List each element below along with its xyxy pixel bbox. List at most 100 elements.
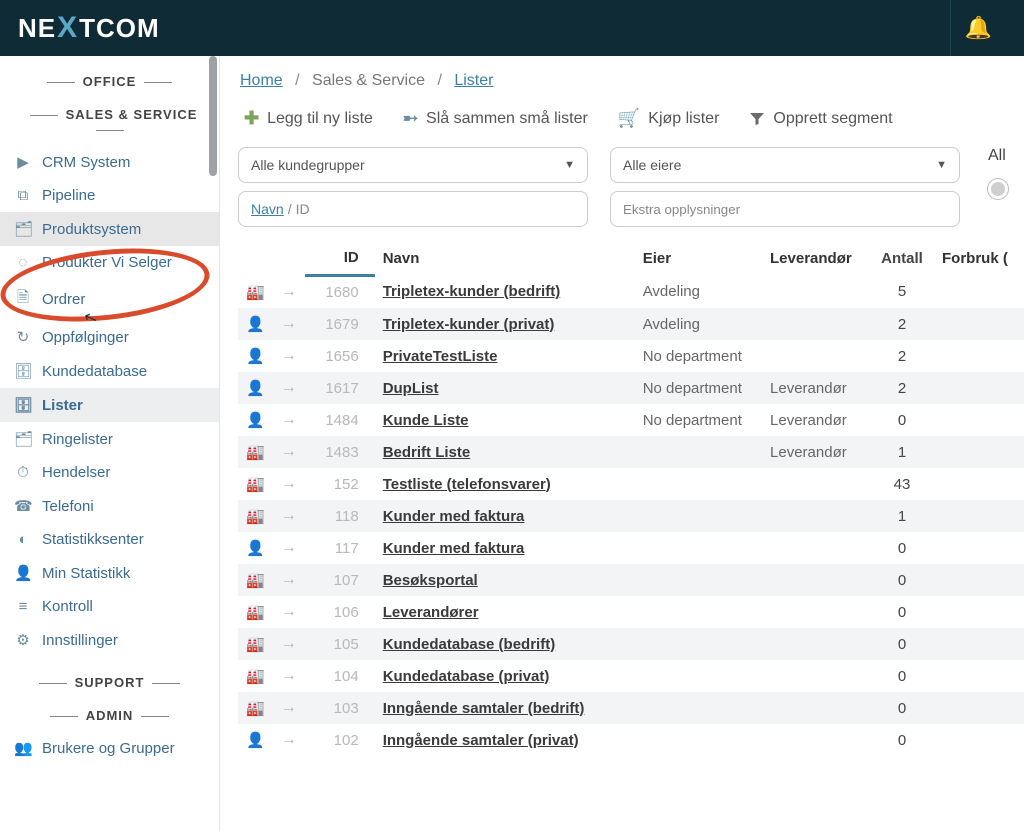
list-name-link[interactable]: Kundedatabase (bedrift) <box>383 636 556 653</box>
cell-antall: 0 <box>870 628 934 660</box>
list-name-link[interactable]: Testliste (telefonsvarer) <box>383 476 551 493</box>
cell-eier <box>635 692 762 724</box>
col-lev[interactable]: Leverandør <box>762 241 870 276</box>
col-eier[interactable]: Eier <box>635 241 762 276</box>
section-sales: SALES & SERVICE <box>0 107 219 137</box>
input-navn-id[interactable]: Navn / ID <box>238 191 588 227</box>
list-name-link[interactable]: DupList <box>383 380 439 397</box>
cell-id: 103 <box>305 692 375 724</box>
sidebar-item-pipeline[interactable]: ⧉Pipeline <box>0 179 219 212</box>
cell-eier <box>635 500 762 532</box>
section-admin: ADMIN <box>0 708 219 723</box>
table-row[interactable]: 🏭→104Kundedatabase (privat)0 <box>238 660 1024 692</box>
table-row[interactable]: 🏭→1680Tripletex-kunder (bedrift)Avdeling… <box>238 276 1024 309</box>
sidebar-item-ordrer[interactable]: 🗎Ordrer <box>0 279 219 320</box>
col-navn[interactable]: Navn <box>375 241 635 276</box>
crumb-leaf[interactable]: Lister <box>454 72 493 89</box>
sidebar-item-label: Hendelser <box>42 464 110 481</box>
logo: NEXTCOM <box>18 11 160 45</box>
sidebar-item-label: Lister <box>42 397 83 414</box>
table-row[interactable]: 👤→1617DupListNo departmentLeverandør2 <box>238 372 1024 404</box>
sidebar-item-kontroll[interactable]: ≡Kontroll <box>0 590 219 623</box>
select-eiere[interactable]: Alle eiere▼ <box>610 147 960 183</box>
sidebar-item-oppfølginger[interactable]: ↻Oppfølginger <box>0 320 219 354</box>
sidebar-item-hendelser[interactable]: ⏱Hendelser <box>0 456 219 489</box>
table-row[interactable]: 👤→117Kunder med faktura0 <box>238 532 1024 564</box>
notifications-icon[interactable]: 🔔 <box>950 0 1006 56</box>
list-name-link[interactable]: Kundedatabase (privat) <box>383 668 550 685</box>
toolbar-label: Slå sammen små lister <box>426 110 588 128</box>
cell-eier <box>635 660 762 692</box>
sidebar-item-produktsystem[interactable]: 🗂Produktsystem <box>0 212 219 246</box>
list-name-link[interactable]: Tripletex-kunder (bedrift) <box>383 283 561 300</box>
list-name-link[interactable]: Kunde Liste <box>383 412 469 429</box>
person-icon: 👤 <box>246 412 265 429</box>
cell-lev <box>762 660 870 692</box>
sidebar-item-innstillinger[interactable]: ⚙Innstillinger <box>0 623 219 657</box>
toolbar-kjøp-lister[interactable]: 🛒Kjøp lister <box>618 108 720 129</box>
cell-id: 1656 <box>305 340 375 372</box>
table-row[interactable]: 👤→1679Tripletex-kunder (privat)Avdeling2 <box>238 308 1024 340</box>
cell-eier <box>635 468 762 500</box>
cell-eier <box>635 532 762 564</box>
sidebar-icon: 👤 <box>14 564 32 582</box>
table-row[interactable]: 👤→1484Kunde ListeNo departmentLeverandør… <box>238 404 1024 436</box>
select-kundegrupper[interactable]: Alle kundegrupper▼ <box>238 147 588 183</box>
sidebar-icon: 👥 <box>14 739 32 757</box>
table-row[interactable]: 👤→102Inngående samtaler (privat)0 <box>238 724 1024 756</box>
table-row[interactable]: 🏭→106Leverandører0 <box>238 596 1024 628</box>
list-name-link[interactable]: Inngående samtaler (bedrift) <box>383 700 585 717</box>
list-name-link[interactable]: Tripletex-kunder (privat) <box>383 316 555 333</box>
building-icon: 🏭 <box>246 444 265 461</box>
cell-lev: Leverandør <box>762 404 870 436</box>
radio-all[interactable] <box>988 179 1008 199</box>
input-ekstra[interactable] <box>610 191 960 227</box>
person-icon: 👤 <box>246 732 265 749</box>
building-icon: 🏭 <box>246 508 265 525</box>
sidebar-item-statistikksenter[interactable]: ◐Statistikksenter <box>0 523 219 556</box>
list-name-link[interactable]: Leverandører <box>383 604 479 621</box>
sidebar-item-kundedatabase[interactable]: 🗄Kundedatabase <box>0 354 219 388</box>
table-row[interactable]: 🏭→1483Bedrift ListeLeverandør1 <box>238 436 1024 468</box>
sidebar-item-produkter-vi-selger[interactable]: ◌Produkter Vi Selger <box>0 246 219 279</box>
toolbar-opprett-segment[interactable]: Opprett segment <box>749 108 892 129</box>
sidebar-icon: ≡ <box>14 598 32 615</box>
arrow-icon: → <box>273 276 305 309</box>
toolbar-slå-sammen-små-lister[interactable]: ➸Slå sammen små lister <box>403 108 588 129</box>
cell-id: 1483 <box>305 436 375 468</box>
list-name-link[interactable]: Kunder med faktura <box>383 540 525 557</box>
col-id[interactable]: ID <box>305 241 375 276</box>
list-name-link[interactable]: Besøksportal <box>383 572 478 589</box>
table-row[interactable]: 👤→1656PrivateTestListeNo department2 <box>238 340 1024 372</box>
sidebar-item-label: Produktsystem <box>42 221 141 238</box>
list-name-link[interactable]: Bedrift Liste <box>383 444 471 461</box>
toolbar-legg-til-ny-liste[interactable]: ✚Legg til ny liste <box>244 108 373 129</box>
col-forbruk[interactable]: Forbruk ( <box>934 241 1024 276</box>
table-row[interactable]: 🏭→105Kundedatabase (bedrift)0 <box>238 628 1024 660</box>
table-row[interactable]: 🏭→103Inngående samtaler (bedrift)0 <box>238 692 1024 724</box>
sidebar-item-lister[interactable]: 🗄Lister <box>0 388 219 422</box>
sidebar-item-label: Produkter Vi Selger <box>42 254 172 271</box>
cell-lev: Leverandør <box>762 436 870 468</box>
cell-id: 1680 <box>305 276 375 309</box>
sidebar-item-telefoni[interactable]: ☎Telefoni <box>0 489 219 523</box>
crumb-home[interactable]: Home <box>240 72 283 89</box>
list-name-link[interactable]: Inngående samtaler (privat) <box>383 732 579 749</box>
cell-eier: No department <box>635 340 762 372</box>
sidebar-item-brukere-og-grupper[interactable]: 👥Brukere og Grupper <box>0 731 219 765</box>
toolbar-label: Legg til ny liste <box>267 110 373 128</box>
arrow-icon: → <box>273 596 305 628</box>
sidebar-item-min-statistikk[interactable]: 👤Min Statistikk <box>0 556 219 590</box>
sidebar-item-crm-system[interactable]: ▶CRM System <box>0 145 219 179</box>
list-name-link[interactable]: PrivateTestListe <box>383 348 498 365</box>
table-row[interactable]: 🏭→107Besøksportal0 <box>238 564 1024 596</box>
cell-lev <box>762 468 870 500</box>
col-antall[interactable]: Antall <box>870 241 934 276</box>
table-row[interactable]: 🏭→152Testliste (telefonsvarer)43 <box>238 468 1024 500</box>
person-icon: 👤 <box>246 348 265 365</box>
cell-lev <box>762 692 870 724</box>
table-row[interactable]: 🏭→118Kunder med faktura1 <box>238 500 1024 532</box>
arrow-icon: → <box>273 436 305 468</box>
list-name-link[interactable]: Kunder med faktura <box>383 508 525 525</box>
sidebar-item-ringelister[interactable]: 🗂Ringelister <box>0 422 219 456</box>
